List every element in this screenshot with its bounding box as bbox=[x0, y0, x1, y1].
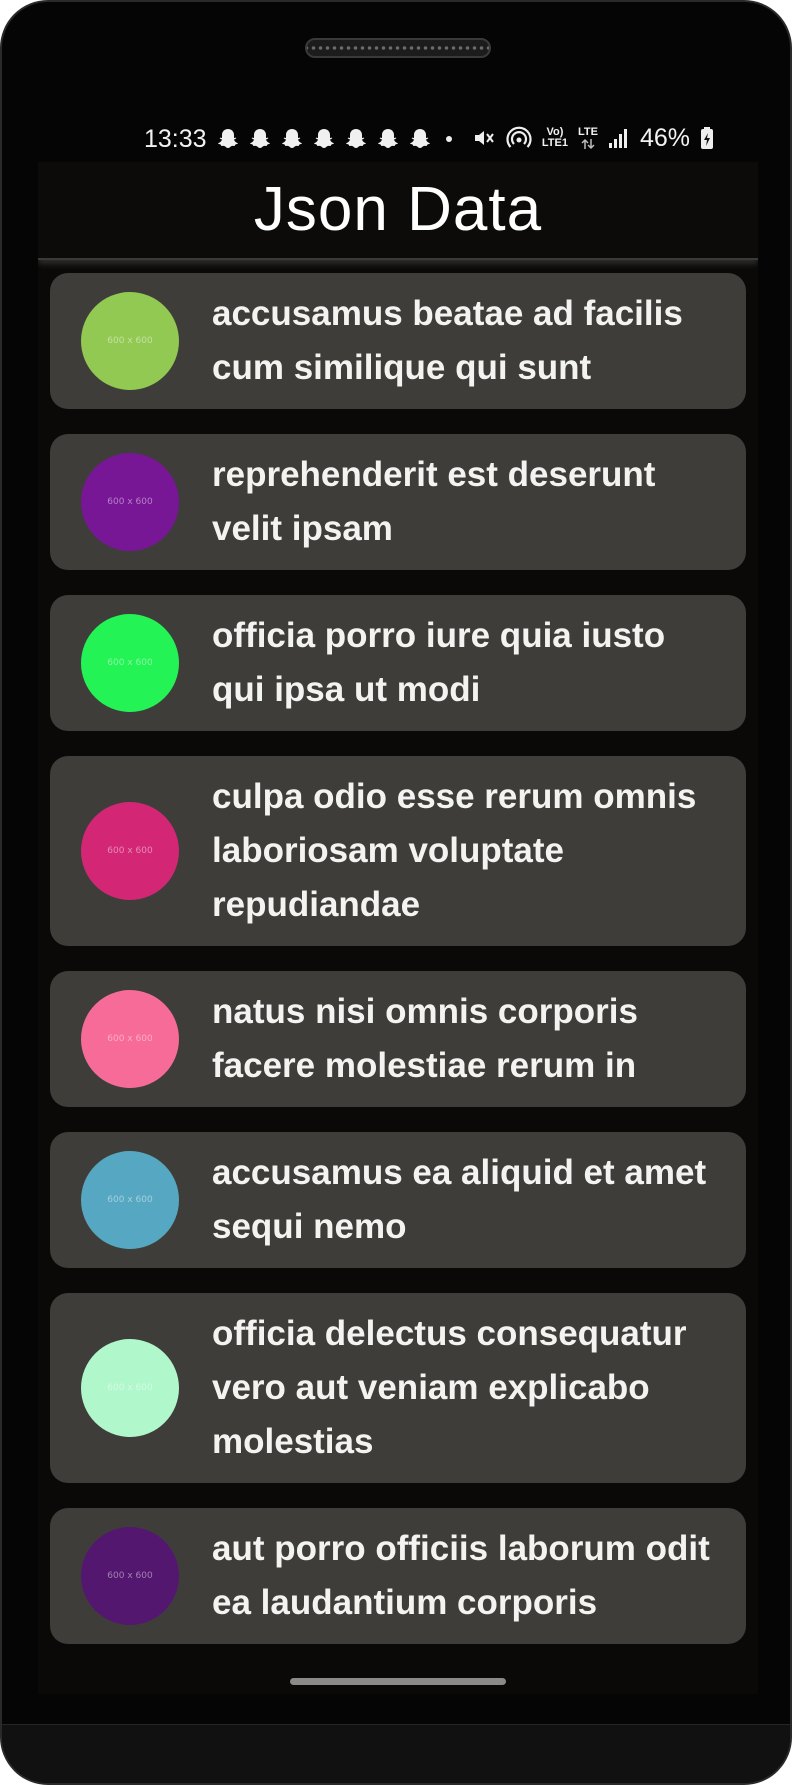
mute-icon bbox=[474, 131, 494, 145]
item-title: reprehenderit est deserunt velit ipsam bbox=[212, 455, 656, 548]
volte-indicator: Vo) LTE1 bbox=[542, 127, 568, 149]
list-item[interactable]: 600 x 600 officia delectus consequatur v… bbox=[50, 1293, 746, 1483]
snapchat-icon bbox=[346, 129, 366, 148]
thumbnail-text: 600 x 600 bbox=[107, 1195, 153, 1205]
snapchat-icon bbox=[282, 129, 302, 148]
item-title: accusamus ea aliquid et amet sequi nemo bbox=[212, 1153, 707, 1246]
notification-icons bbox=[216, 125, 452, 153]
thumbnail-text: 600 x 600 bbox=[107, 658, 153, 668]
snapchat-icon bbox=[378, 129, 398, 148]
item-title: culpa odio esse rerum omnis laboriosam v… bbox=[212, 777, 697, 924]
bottom-bezel bbox=[2, 1724, 790, 1783]
snapchat-icon bbox=[218, 129, 238, 148]
item-title: accusamus beatae ad facilis cum similiqu… bbox=[212, 294, 683, 387]
battery-charging-icon bbox=[701, 127, 713, 149]
lte-label: LTE bbox=[577, 125, 598, 138]
thumbnail-text: 600 x 600 bbox=[107, 846, 153, 856]
list-item[interactable]: 600 x 600 culpa odio esse rerum omnis la… bbox=[50, 756, 746, 946]
thumbnail-text: 600 x 600 bbox=[107, 497, 153, 507]
home-indicator[interactable] bbox=[290, 1678, 506, 1685]
thumbnail-avatar: 600 x 600 bbox=[81, 292, 179, 390]
snapchat-icon bbox=[250, 129, 270, 148]
data-arrows-icon bbox=[581, 138, 595, 149]
list-item[interactable]: 600 x 600 officia porro iure quia iusto … bbox=[50, 595, 746, 731]
signal-icon bbox=[608, 129, 627, 148]
battery-percent: 46% bbox=[639, 123, 690, 152]
thumbnail-text: 600 x 600 bbox=[107, 336, 153, 346]
thumbnail-avatar: 600 x 600 bbox=[81, 453, 179, 551]
lte-indicator: LTE bbox=[577, 125, 598, 150]
list-item[interactable]: 600 x 600 reprehenderit est deserunt vel… bbox=[50, 434, 746, 570]
snapchat-icon bbox=[410, 129, 430, 148]
status-right-icons: Vo) LTE1 LTE 46% bbox=[472, 123, 714, 153]
thumbnail-avatar: 600 x 600 bbox=[81, 614, 179, 712]
item-title: officia porro iure quia iusto qui ipsa u… bbox=[212, 616, 666, 709]
thumbnail-avatar: 600 x 600 bbox=[81, 1527, 179, 1625]
thumbnail-avatar: 600 x 600 bbox=[81, 990, 179, 1088]
item-title: natus nisi omnis corporis facere molesti… bbox=[212, 992, 638, 1085]
thumbnail-text: 600 x 600 bbox=[107, 1383, 153, 1393]
more-notifications-dot bbox=[446, 136, 452, 142]
thumbnail-text: 600 x 600 bbox=[107, 1571, 153, 1581]
list-item[interactable]: 600 x 600 aut porro officiis laborum odi… bbox=[50, 1508, 746, 1644]
phone-frame: 13:33 Vo) LTE1 LTE 46% Json Data 600 x 6… bbox=[0, 0, 792, 1785]
hotspot-icon bbox=[506, 126, 532, 148]
thumbnail-avatar: 600 x 600 bbox=[81, 1151, 179, 1249]
speaker-grille bbox=[305, 38, 491, 58]
status-bar: 13:33 Vo) LTE1 LTE 46% bbox=[38, 94, 758, 162]
list-item[interactable]: 600 x 600 accusamus ea aliquid et amet s… bbox=[50, 1132, 746, 1268]
thumbnail-text: 600 x 600 bbox=[107, 1034, 153, 1044]
list-item[interactable]: 600 x 600 natus nisi omnis corporis face… bbox=[50, 971, 746, 1107]
item-title: officia delectus consequatur vero aut ve… bbox=[212, 1314, 687, 1461]
thumbnail-avatar: 600 x 600 bbox=[81, 1339, 179, 1437]
lte1-label: LTE1 bbox=[541, 137, 568, 149]
snapchat-icon bbox=[314, 129, 334, 148]
list-item[interactable]: 600 x 600 accusamus beatae ad facilis cu… bbox=[50, 273, 746, 409]
app-bar: Json Data bbox=[38, 162, 758, 260]
thumbnail-avatar: 600 x 600 bbox=[81, 802, 179, 900]
page-title: Json Data bbox=[253, 175, 543, 244]
item-title: aut porro officiis laborum odit ea lauda… bbox=[212, 1529, 710, 1622]
status-time: 13:33 bbox=[144, 125, 207, 153]
screen: 13:33 Vo) LTE1 LTE 46% Json Data 600 x 6… bbox=[38, 94, 758, 1694]
